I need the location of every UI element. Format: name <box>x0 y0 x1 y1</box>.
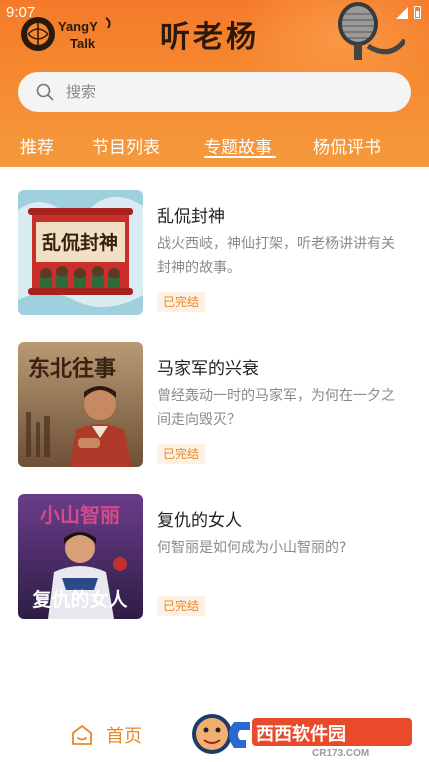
item-description: 何智丽是如何成为小山智丽的? <box>157 540 347 556</box>
search-icon <box>36 83 54 101</box>
item-description: 曾经轰动一时的马家军，为何在一夕之间走向毁灭？ <box>157 388 395 428</box>
list-item[interactable]: 东北往事 马家军的兴衰 曾经轰动一时的马家军，为何在一夕之间走向毁灭？ 已完结 <box>0 342 429 470</box>
active-tab-indicator <box>204 156 276 158</box>
home-nav-button[interactable]: 首页 <box>70 722 142 748</box>
item-title: 复仇的女人 <box>157 511 242 531</box>
tab-yangkan-storytelling[interactable]: 杨侃评书 <box>313 133 381 158</box>
yangytalk-logo: YangY Talk <box>21 17 111 51</box>
microphone-icon <box>338 2 405 60</box>
status-badge: 已完结 <box>157 596 206 616</box>
tab-recommend[interactable]: 推荐 <box>20 133 54 158</box>
cover-image-fengshen: 乱侃封神 <box>18 190 143 315</box>
item-title: 乱侃封神 <box>157 207 225 227</box>
list-item[interactable]: 乱侃封神 乱侃封神 战火西岐，神仙打架，听老杨讲讲有关封神的故事。 已完结 <box>0 190 429 318</box>
app-header: 9:07 YangY Talk 听老杨 推荐 节目列表 <box>0 0 429 167</box>
logo-text-top: YangY <box>58 19 98 34</box>
app-title: 听老杨 <box>160 20 259 55</box>
battery-icon <box>414 6 421 19</box>
home-icon <box>72 725 92 745</box>
search-input[interactable] <box>66 83 366 101</box>
status-badge: 已完结 <box>157 292 206 312</box>
cover-title-text: 乱侃封神 <box>42 231 118 254</box>
cover-image-revenge-woman: 小山智丽 复仇的女人 <box>18 494 143 619</box>
cover-title-text: 东北往事 <box>28 356 116 382</box>
tab-topic-stories[interactable]: 专题故事 <box>204 133 272 158</box>
search-bar[interactable] <box>18 72 411 112</box>
watermark-brand: 西西软件园 <box>256 723 346 745</box>
watermark-url: CR173.COM <box>312 748 369 758</box>
cover-bottom-text: 复仇的女人 <box>31 588 128 611</box>
tab-bar: 推荐 节目列表 专题故事 杨侃评书 <box>0 133 429 167</box>
item-description: 战火西岐，神仙打架，听老杨讲讲有关封神的故事。 <box>157 236 395 276</box>
home-nav-label: 首页 <box>106 726 142 747</box>
cover-top-text: 小山智丽 <box>40 503 120 527</box>
watermark-logo: 西西软件园 CR173.COM <box>192 714 412 758</box>
list-item[interactable]: 小山智丽 复仇的女人 复仇的女人 何智丽是如何成为小山智丽的? 已完结 <box>0 494 429 622</box>
status-badge: 已完结 <box>157 444 206 464</box>
logo-text-bottom: Talk <box>70 36 96 51</box>
cover-image-majiajun: 东北往事 <box>18 342 143 467</box>
tab-program-list[interactable]: 节目列表 <box>92 133 160 158</box>
item-title: 马家军的兴衰 <box>157 359 259 379</box>
